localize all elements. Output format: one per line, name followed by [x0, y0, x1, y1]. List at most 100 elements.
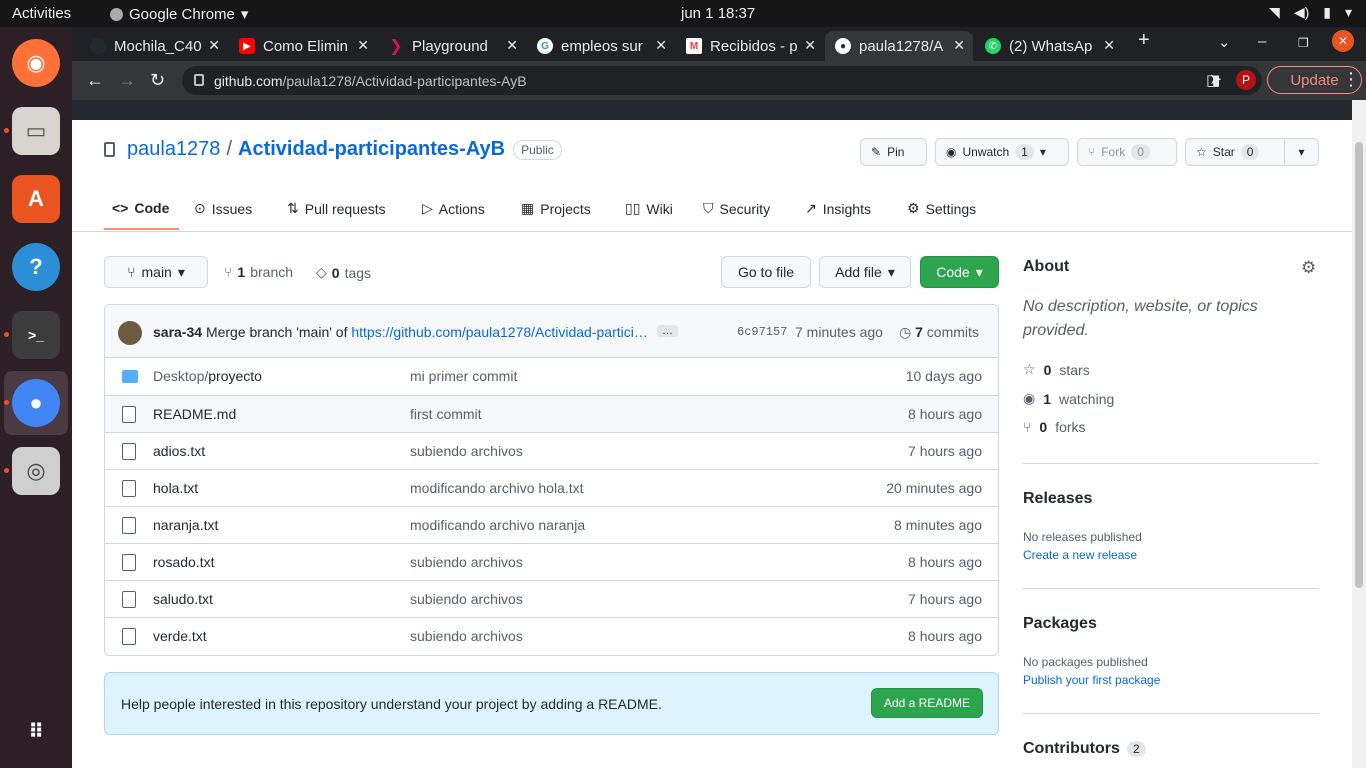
close-icon[interactable]: ✕	[1103, 37, 1115, 54]
tab-insights[interactable]: ↗ Insights	[805, 200, 871, 217]
commits-link[interactable]: ◷ 7 commits	[899, 324, 979, 341]
clock[interactable]: jun 1 18:37	[681, 5, 755, 22]
releases-title[interactable]: Releases	[1023, 490, 1092, 508]
url-bar[interactable]: github.com/paula1278/Actividad-participa…	[182, 66, 1262, 95]
branch-selector[interactable]: ⑂ main ▾	[104, 256, 208, 288]
repo-owner-link[interactable]: paula1278	[127, 138, 220, 161]
star-dropdown-button[interactable]: ▾	[1284, 138, 1319, 166]
commit-author[interactable]: sara-34	[153, 324, 202, 340]
reload-icon[interactable]: ↻	[150, 70, 165, 91]
expand-commit-button[interactable]: …	[657, 325, 678, 337]
side-panel-icon[interactable]: ◨	[1206, 71, 1220, 89]
file-name[interactable]: Desktop/proyecto	[153, 368, 262, 384]
close-icon[interactable]: ✕	[506, 37, 518, 54]
commit-text[interactable]: Merge branch 'main' of	[206, 324, 348, 340]
tab-security[interactable]: ⛉ Security	[703, 200, 770, 217]
tab[interactable]: G empleos sur ✕	[527, 31, 675, 61]
file-name[interactable]: rosado.txt	[153, 554, 214, 570]
tab-search-icon[interactable]: ⌄	[1218, 33, 1231, 51]
firefox-icon[interactable]: ◉	[12, 39, 60, 87]
avatar[interactable]	[118, 321, 142, 345]
tags-link[interactable]: ◇ 0 tags	[316, 264, 371, 281]
close-icon[interactable]: ✕	[208, 37, 220, 54]
publish-package-link[interactable]: Publish your first package	[1023, 673, 1160, 687]
file-name[interactable]: hola.txt	[153, 480, 198, 496]
packages-title[interactable]: Packages	[1023, 615, 1097, 633]
tab-projects[interactable]: ▦ Projects	[521, 200, 591, 217]
pin-button[interactable]: ✎ Pin	[860, 138, 927, 166]
fork-button[interactable]: ⑂ Fork 0	[1077, 138, 1177, 166]
system-tray[interactable]: ◥ ◀) ▮ ▾	[1269, 4, 1352, 21]
file-row[interactable]: naranja.txt modificando archivo naranja …	[105, 506, 998, 543]
file-commit-message[interactable]: subiendo archivos	[410, 443, 523, 459]
maximize-icon[interactable]: ❐	[1298, 36, 1309, 50]
tab[interactable]: Mochila_C40 ✕	[80, 31, 228, 61]
forward-icon[interactable]: →	[118, 70, 136, 91]
commit-link[interactable]: https://github.com/paula1278/Actividad-p…	[351, 324, 648, 340]
commit-time[interactable]: 7 minutes ago	[795, 324, 883, 340]
close-icon[interactable]: ✕	[655, 37, 667, 54]
close-icon[interactable]: ✕	[357, 37, 369, 54]
screenshot-icon[interactable]: ◎	[12, 447, 60, 495]
file-row[interactable]: README.md first commit 8 hours ago	[105, 395, 998, 432]
file-name[interactable]: saludo.txt	[153, 591, 213, 607]
file-commit-message[interactable]: modificando archivo naranja	[410, 517, 585, 533]
back-icon[interactable]: ←	[86, 70, 104, 91]
tab-issues[interactable]: ⊙ Issues	[194, 200, 252, 217]
tab-active[interactable]: ● paula1278/A ✕	[825, 31, 973, 61]
tab-pull-requests[interactable]: ⇅ Pull requests	[287, 200, 386, 217]
add-readme-button[interactable]: Add a README	[871, 688, 983, 718]
stars-link[interactable]: ☆ 0 stars	[1023, 361, 1090, 378]
new-tab-button[interactable]: +	[1138, 29, 1150, 52]
file-row[interactable]: saludo.txt subiendo archivos 7 hours ago	[105, 580, 998, 617]
file-row[interactable]: adios.txt subiendo archivos 7 hours ago	[105, 432, 998, 469]
kebab-menu-icon[interactable]: ⋮	[1342, 69, 1360, 90]
scrollbar[interactable]	[1352, 100, 1366, 768]
repo-name-link[interactable]: Actividad-participantes-AyB	[238, 138, 505, 161]
contributors-title[interactable]: Contributors	[1023, 740, 1120, 758]
tab-actions[interactable]: ▷ Actions	[422, 200, 485, 217]
forks-link[interactable]: ⑂ 0 forks	[1023, 419, 1086, 435]
branches-link[interactable]: ⑂ 1 branch	[224, 264, 293, 280]
scrollbar-thumb[interactable]	[1355, 142, 1363, 588]
add-file-button[interactable]: Add file ▾	[819, 256, 911, 288]
file-commit-message[interactable]: modificando archivo hola.txt	[410, 480, 584, 496]
tab-wiki[interactable]: ▯▯ Wiki	[625, 200, 673, 217]
show-apps-icon[interactable]: ⠿	[12, 707, 60, 755]
file-commit-message[interactable]: subiendo archivos	[410, 554, 523, 570]
chrome-icon[interactable]: ●	[12, 379, 60, 427]
profile-avatar[interactable]: P	[1236, 70, 1256, 90]
tab[interactable]: M Recibidos - p ✕	[676, 31, 824, 61]
file-row[interactable]: hola.txt modificando archivo hola.txt 20…	[105, 469, 998, 506]
file-commit-message[interactable]: mi primer commit	[410, 368, 517, 384]
file-commit-message[interactable]: first commit	[410, 406, 482, 422]
go-to-file-button[interactable]: Go to file	[721, 256, 811, 288]
close-icon[interactable]: ✕	[804, 37, 816, 54]
terminal-icon[interactable]: >_	[12, 311, 60, 359]
gear-icon[interactable]: ⚙	[1301, 258, 1316, 278]
tab[interactable]: ✆ (2) WhatsAp ✕	[975, 31, 1123, 61]
code-button[interactable]: Code ▾	[920, 256, 999, 288]
create-release-link[interactable]: Create a new release	[1023, 548, 1137, 562]
close-window-icon[interactable]: ✕	[1332, 30, 1354, 52]
commit-sha[interactable]: 6c97157	[737, 325, 787, 339]
app-menu[interactable]: Google Chrome ▾	[110, 5, 248, 23]
file-row[interactable]: rosado.txt subiendo archivos 8 hours ago	[105, 543, 998, 580]
file-commit-message[interactable]: subiendo archivos	[410, 591, 523, 607]
file-name[interactable]: naranja.txt	[153, 517, 218, 533]
tab[interactable]: ▶ Como Elimin ✕	[229, 31, 377, 61]
tab-code[interactable]: <> Code	[112, 200, 169, 216]
software-store-icon[interactable]: A	[12, 175, 60, 223]
file-row[interactable]: verde.txt subiendo archivos 8 hours ago	[105, 617, 998, 654]
tab-settings[interactable]: ⚙ Settings	[907, 200, 976, 217]
file-name[interactable]: README.md	[153, 406, 236, 422]
activities-button[interactable]: Activities	[12, 5, 71, 22]
minimize-icon[interactable]: –	[1258, 33, 1266, 50]
unwatch-button[interactable]: ◉ Unwatch 1 ▾	[935, 138, 1069, 166]
file-commit-message[interactable]: subiendo archivos	[410, 628, 523, 644]
close-icon[interactable]: ✕	[953, 37, 965, 54]
watching-link[interactable]: ◉ 1 watching	[1023, 390, 1114, 407]
file-name[interactable]: adios.txt	[153, 443, 205, 459]
star-button[interactable]: ☆ Star 0	[1185, 138, 1285, 166]
file-row[interactable]: Desktop/proyecto mi primer commit 10 day…	[105, 358, 998, 395]
